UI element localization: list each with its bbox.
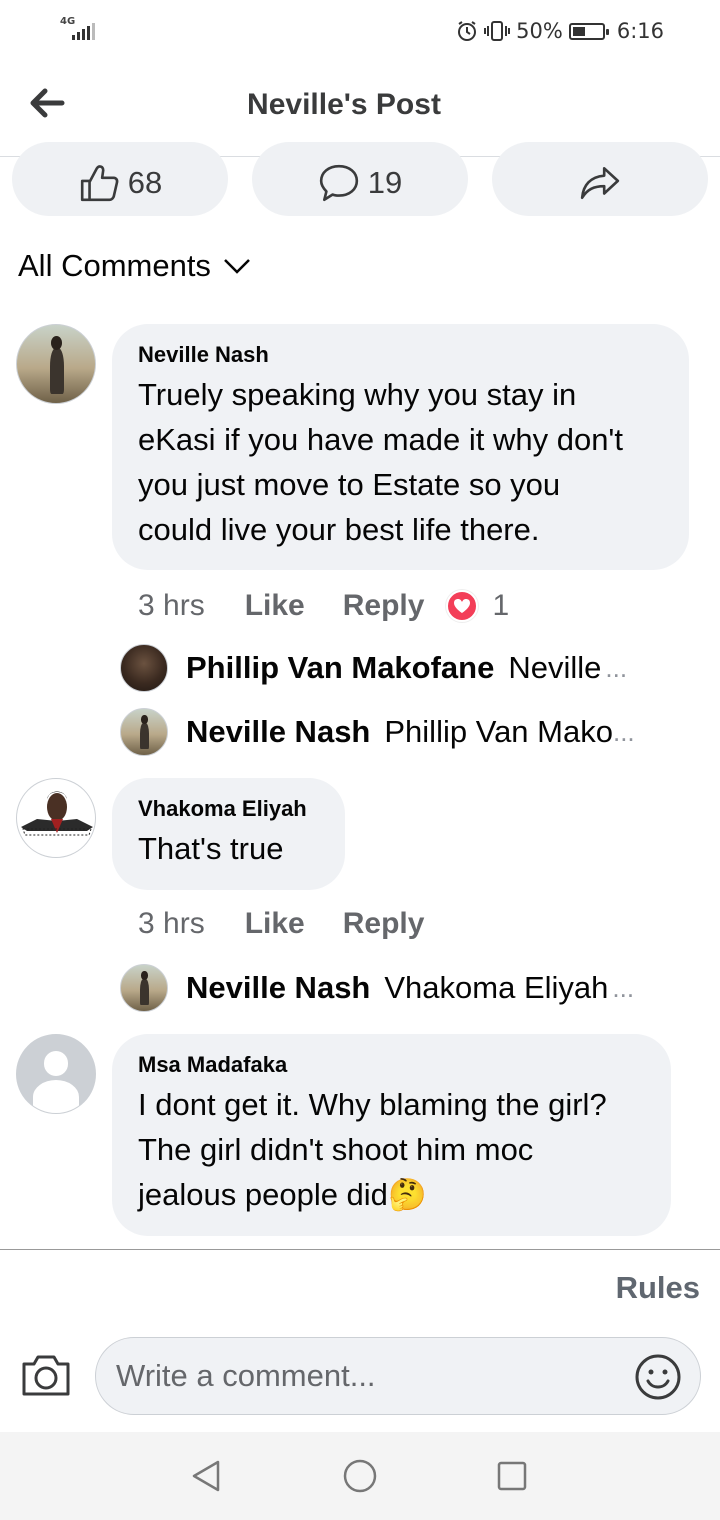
avatar[interactable] [120, 708, 168, 756]
comment-composer[interactable] [95, 1337, 701, 1415]
like-button[interactable]: 68 [12, 142, 228, 216]
alarm-icon [458, 21, 477, 41]
reply-author: Neville Nash [186, 714, 371, 749]
ellipsis: ... [612, 716, 635, 747]
share-button[interactable] [492, 142, 708, 216]
filter-label: All Comments [18, 248, 211, 283]
back-triangle-icon [192, 1460, 220, 1492]
chevron-down-icon [224, 259, 250, 274]
nav-home-button[interactable] [340, 1456, 384, 1500]
comment-bubble: Neville Nash Truely speaking why you sta… [112, 324, 689, 570]
thumbs-up-icon [80, 165, 119, 202]
like-count: 68 [127, 165, 163, 200]
comment-time: 3 hrs [138, 589, 205, 622]
comment-author[interactable]: Vhakoma Eliyah [138, 796, 319, 822]
reply-author: Phillip Van Makofane [186, 650, 495, 685]
system-nav-bar [0, 1432, 720, 1520]
like-link[interactable]: Like [245, 589, 305, 623]
comment-text-line: could live your best life there. [138, 512, 540, 547]
reply-text: Phillip Van Mako [384, 714, 613, 749]
divider [0, 1249, 720, 1250]
camera-button[interactable] [20, 1352, 72, 1400]
comment-time: 3 hrs [138, 907, 205, 940]
vibrate-icon [484, 21, 511, 41]
battery-percent: 50% [516, 19, 563, 43]
avatar-image [21, 791, 93, 836]
avatar[interactable] [120, 964, 168, 1012]
nav-back-button[interactable] [186, 1456, 230, 1500]
comment-text-line: That's true [138, 831, 284, 866]
status-right: 50% 6:16 [456, 16, 664, 46]
avatar[interactable] [16, 1034, 96, 1114]
speech-bubble-icon [319, 164, 358, 202]
comment-text-line: I dont get it. Why blaming the girl? [138, 1087, 607, 1122]
reply-text: Vhakoma Eliyah [384, 970, 609, 1005]
ellipsis: ... [612, 972, 635, 1003]
signal-icon: 4G [58, 16, 98, 42]
comment-bubble: Msa Madafaka I dont get it. Why blaming … [112, 1034, 671, 1236]
reply-link[interactable]: Reply [343, 907, 425, 941]
all-comments-filter[interactable]: All Comments [18, 248, 251, 284]
status-bar: 4G 50% 6:16 [0, 0, 720, 60]
recents-square-icon [497, 1461, 527, 1491]
reaction-bar: 68 19 [0, 142, 720, 216]
comment-button[interactable]: 19 [252, 142, 468, 216]
avatar[interactable] [16, 778, 96, 858]
comment-text-line: The girl didn't shoot him moc [138, 1132, 534, 1167]
love-reaction-icon[interactable] [446, 590, 479, 622]
comment-meta: 3 hrs Like Reply [138, 902, 462, 946]
ellipsis: ... [605, 652, 628, 683]
clock: 6:16 [616, 19, 664, 43]
emoji-button[interactable] [634, 1353, 682, 1401]
comment-text-line: you just move to Estate so you [138, 467, 561, 502]
battery-icon [568, 22, 609, 40]
comment-text-line: eKasi if you have made it why don't [138, 422, 623, 457]
smiley-icon [635, 1354, 681, 1400]
share-arrow-icon [580, 166, 620, 200]
comment-text-line: Truely speaking why you stay in [138, 377, 577, 412]
comment-meta: 3 hrs Like Reply 1 [138, 584, 509, 628]
comment-text-fragment: jealous people did [138, 1177, 388, 1212]
camera-icon [22, 1355, 70, 1396]
reply-author: Neville Nash [186, 970, 371, 1005]
like-link[interactable]: Like [245, 907, 305, 941]
thinking-face-emoji: 🤔 [387, 1177, 427, 1212]
reply-link[interactable]: Reply [343, 589, 425, 623]
comment-count: 19 [367, 165, 403, 200]
page-title: Neville's Post [247, 88, 441, 121]
comment-author[interactable]: Msa Madafaka [138, 1052, 645, 1078]
reaction-count[interactable]: 1 [492, 589, 509, 623]
reply-preview[interactable]: Neville Nash Phillip Van Mako ... [186, 708, 635, 756]
comment-input[interactable] [116, 1348, 616, 1404]
rules-link[interactable]: Rules [616, 1270, 700, 1306]
comment-text-line: jealous people did🤔 [138, 1172, 645, 1217]
avatar[interactable] [120, 644, 168, 692]
comment-author[interactable]: Neville Nash [138, 342, 663, 368]
reply-preview[interactable]: Phillip Van Makofane Neville ... [186, 644, 627, 692]
home-circle-icon [343, 1459, 377, 1493]
avatar[interactable] [16, 324, 96, 404]
comment-bubble: Vhakoma Eliyah That's true [112, 778, 345, 890]
reply-text: Neville [508, 650, 602, 685]
nav-recents-button[interactable] [492, 1456, 536, 1500]
reply-preview[interactable]: Neville Nash Vhakoma Eliyah ... [186, 964, 634, 1012]
